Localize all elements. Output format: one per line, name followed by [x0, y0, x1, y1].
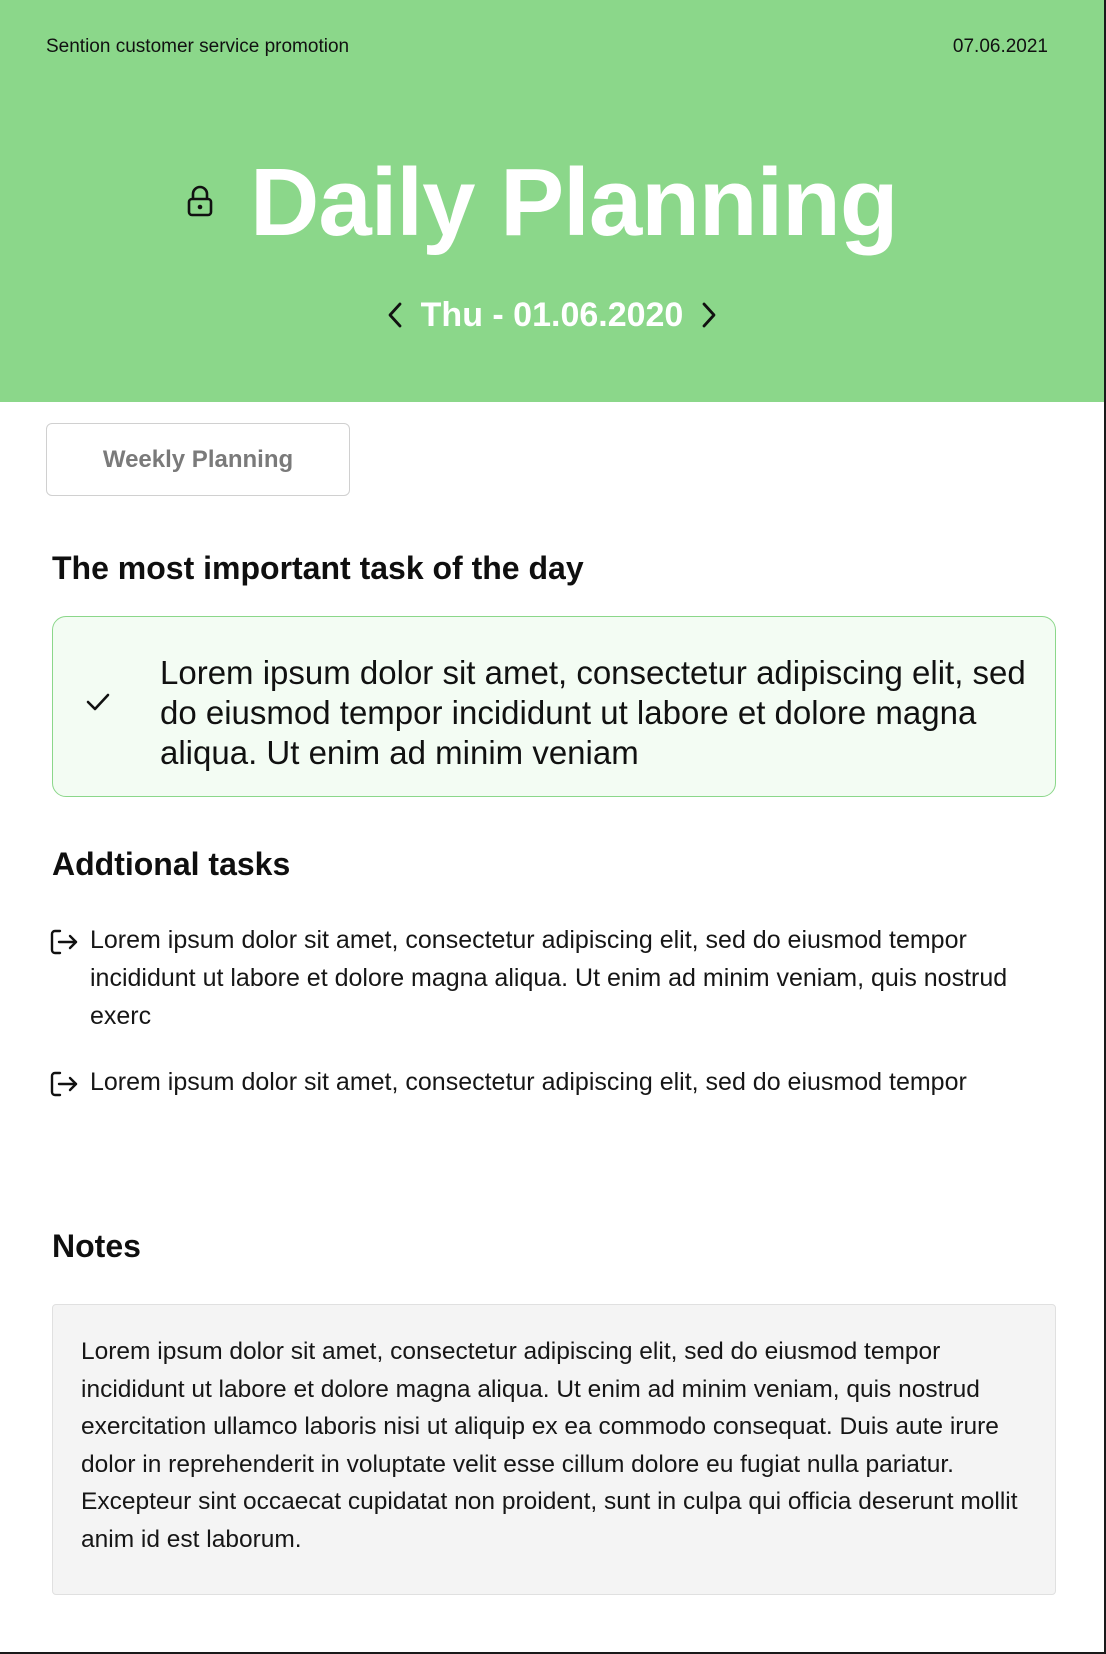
list-item[interactable]: Lorem ipsum dolor sit amet, consectetur … [48, 921, 1058, 1035]
selected-date: Thu - 01.06.2020 [420, 295, 684, 334]
chevron-right-icon[interactable] [689, 295, 729, 335]
date-navigator: Thu - 01.06.2020 [0, 290, 1104, 340]
arrow-right-bracket-icon [48, 1067, 82, 1101]
arrow-right-bracket-icon [48, 925, 82, 959]
list-item[interactable]: Lorem ipsum dolor sit amet, consectetur … [48, 1063, 1058, 1101]
notes-textarea[interactable]: Lorem ipsum dolor sit amet, consectetur … [52, 1304, 1056, 1595]
check-icon[interactable] [83, 687, 113, 717]
notes-heading: Notes [52, 1228, 141, 1264]
header-banner: Sention customer service promotion 07.06… [0, 0, 1104, 402]
weekly-planning-button[interactable]: Weekly Planning [46, 423, 350, 496]
list-item-text: Lorem ipsum dolor sit amet, consectetur … [90, 1068, 967, 1096]
additional-tasks-heading: Addtional tasks [52, 846, 291, 882]
list-item-text: Lorem ipsum dolor sit amet, consectetur … [90, 926, 1008, 1030]
lock-icon[interactable] [183, 184, 217, 218]
main-task-heading: The most important task of the day [52, 550, 584, 586]
main-task-text: Lorem ipsum dolor sit amet, consectetur … [160, 654, 1026, 771]
notes-text: Lorem ipsum dolor sit amet, consectetur … [81, 1338, 1018, 1553]
main-task-card[interactable]: Lorem ipsum dolor sit amet, consectetur … [52, 616, 1056, 797]
current-date-label: 07.06.2021 [952, 36, 1048, 57]
chevron-left-icon[interactable] [375, 295, 415, 335]
page-title: Daily Planning [250, 149, 898, 256]
promo-label: Sention customer service promotion [46, 36, 350, 57]
